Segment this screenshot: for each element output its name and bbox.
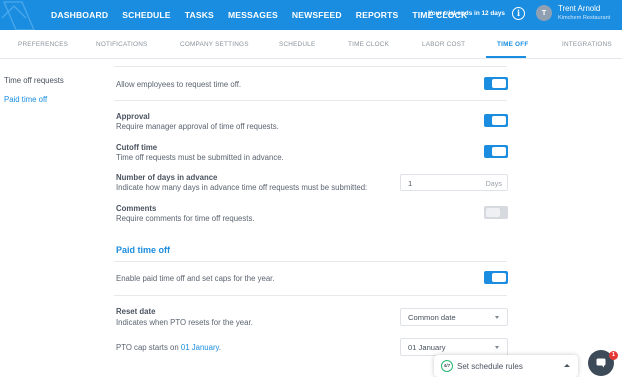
reset-date-select[interactable]: Common date <box>400 308 508 326</box>
tab-labor-cost[interactable]: LABOR COST <box>422 41 465 48</box>
reset-date-title: Reset date <box>116 307 156 316</box>
settings-tabs: PREFERENCES NOTIFICATIONS COMPANY SETTIN… <box>0 30 622 59</box>
sidebar-item-paid-time-off[interactable]: Paid time off <box>4 95 47 104</box>
chevron-up-icon <box>564 364 570 367</box>
allow-requests-description: Allow employees to request time off. <box>116 80 242 89</box>
comments-title: Comments <box>116 204 157 213</box>
tab-preferences[interactable]: PREFERENCES <box>18 41 68 48</box>
enable-pto-toggle[interactable] <box>484 271 508 284</box>
days-unit-label: Days <box>485 179 502 188</box>
nav-messages[interactable]: MESSAGES <box>228 10 278 20</box>
pto-cap-date-link[interactable]: 01 January <box>181 343 219 352</box>
main-menu: DASHBOARD SCHEDULE TASKS MESSAGES NEWSFE… <box>44 0 474 30</box>
reset-date-description: Indicates when PTO resets for the year. <box>116 318 253 327</box>
pto-cap-suffix: . <box>218 343 222 352</box>
paid-time-off-heading: Paid time off <box>116 245 171 255</box>
chevron-down-icon <box>495 346 499 349</box>
chevron-down-icon <box>495 316 499 319</box>
nav-schedule[interactable]: SCHEDULE <box>122 10 170 20</box>
chat-icon <box>596 358 606 368</box>
approval-toggle[interactable] <box>484 114 508 127</box>
pto-cap-prefix: PTO cap starts on <box>116 343 179 352</box>
days-in-advance-title: Number of days in advance <box>116 173 218 182</box>
comments-description: Require comments for time off requests. <box>116 214 255 223</box>
schedule-rules-label: Set schedule rules <box>457 362 523 371</box>
pto-cap-start-select[interactable]: 01 January <box>400 338 508 356</box>
tab-notifications[interactable]: NOTIFICATIONS <box>96 41 147 48</box>
days-in-advance-input[interactable]: 1 Days <box>400 174 508 191</box>
user-name[interactable]: Trent Arnold <box>558 4 600 13</box>
set-schedule-rules-widget[interactable]: 4/7 Set schedule rules <box>434 355 578 377</box>
approval-title: Approval <box>116 112 150 121</box>
tab-company-settings[interactable]: COMPANY SETTINGS <box>180 41 249 48</box>
nav-tasks[interactable]: TASKS <box>185 10 214 20</box>
comments-toggle[interactable] <box>484 206 508 219</box>
tab-time-off[interactable]: TIME OFF <box>497 41 528 48</box>
divider <box>114 295 507 296</box>
enable-pto-description: Enable paid time off and set caps for th… <box>116 274 275 283</box>
allow-requests-toggle[interactable] <box>484 77 508 90</box>
active-tab-indicator <box>486 56 526 58</box>
divider <box>114 100 507 101</box>
nav-newsfeed[interactable]: NEWSFEED <box>292 10 342 20</box>
reset-date-value: Common date <box>408 313 456 322</box>
cutoff-toggle[interactable] <box>484 145 508 158</box>
tab-schedule[interactable]: SCHEDULE <box>279 41 315 48</box>
toggle-knob <box>492 79 506 88</box>
toggle-knob <box>492 147 506 156</box>
pto-cap-start-value: 01 January <box>408 343 446 352</box>
app-logo-icon[interactable] <box>0 0 40 30</box>
progress-ring-icon: 4/7 <box>441 360 453 372</box>
divider <box>114 66 507 67</box>
sidebar-item-time-off-requests[interactable]: Time off requests <box>4 76 64 85</box>
top-navigation-bar: DASHBOARD SCHEDULE TASKS MESSAGES NEWSFE… <box>0 0 622 30</box>
info-icon[interactable]: i <box>512 7 525 20</box>
toggle-knob <box>492 116 506 125</box>
days-value: 1 <box>408 179 413 188</box>
tab-integrations[interactable]: INTEGRATIONS <box>562 41 612 48</box>
nav-dashboard[interactable]: DASHBOARD <box>51 10 108 20</box>
approval-description: Require manager approval of time off req… <box>116 122 279 131</box>
cutoff-description: Time off requests must be submitted in a… <box>116 153 284 162</box>
days-in-advance-description: Indicate how many days in advance time o… <box>116 183 368 192</box>
nav-reports[interactable]: REPORTS <box>356 10 399 20</box>
user-organization: Kimchem Restaurant <box>558 15 611 21</box>
chat-notification-badge: 1 <box>609 351 618 360</box>
divider <box>114 261 507 262</box>
cutoff-title: Cutoff time <box>116 143 158 152</box>
tab-time-clock[interactable]: TIME CLOCK <box>348 41 389 48</box>
pto-cap-start-description: PTO cap starts on 01 January. <box>116 343 221 352</box>
toggle-knob <box>486 208 500 217</box>
avatar[interactable]: T <box>536 5 552 21</box>
trial-notice[interactable]: Your trial ends in 12 days <box>428 10 505 17</box>
toggle-knob <box>492 273 506 282</box>
